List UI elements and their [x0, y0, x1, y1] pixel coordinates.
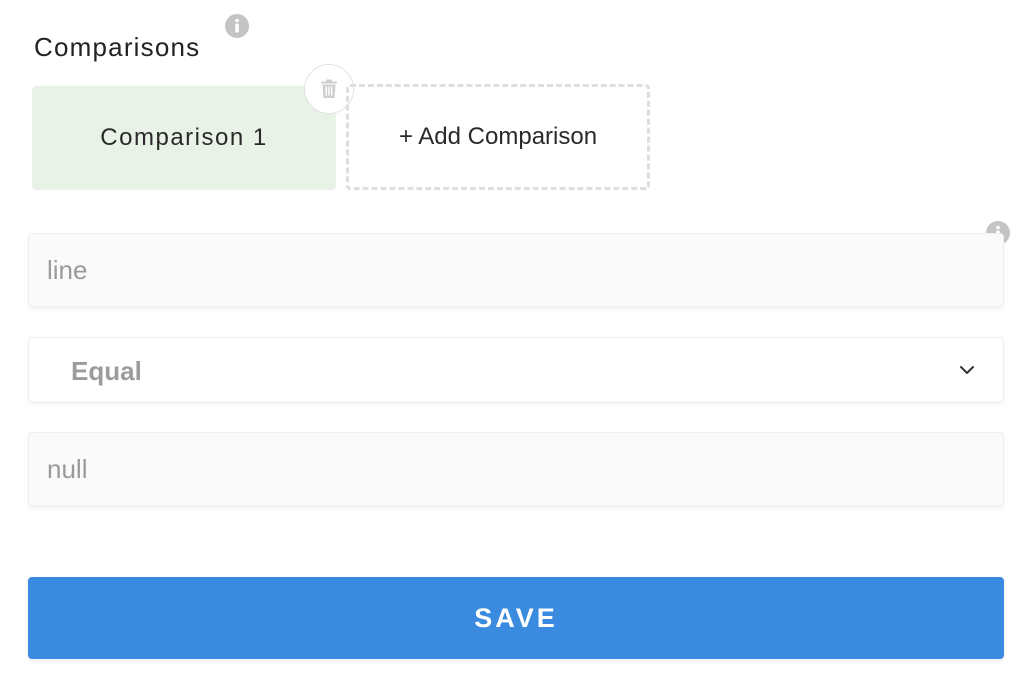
info-icon-glyph [235, 18, 239, 33]
compare-value-input[interactable] [28, 432, 1004, 506]
comparison-card-1[interactable]: Comparison 1 [32, 86, 336, 190]
operator-selected-value: Equal [71, 356, 142, 386]
add-comparison-button[interactable]: + Add Comparison [346, 84, 650, 190]
chevron-down-icon [960, 366, 974, 374]
comparison-card-label: Comparison 1 [100, 124, 268, 151]
save-button[interactable]: SAVE [28, 577, 1004, 659]
trash-icon [321, 79, 337, 98]
section-title: Comparisons [34, 32, 201, 62]
operator-select[interactable]: Equal [28, 337, 1004, 403]
add-comparison-label: + Add Comparison [398, 123, 598, 150]
info-icon[interactable] [225, 14, 249, 38]
field-name-input[interactable] [28, 233, 1004, 307]
